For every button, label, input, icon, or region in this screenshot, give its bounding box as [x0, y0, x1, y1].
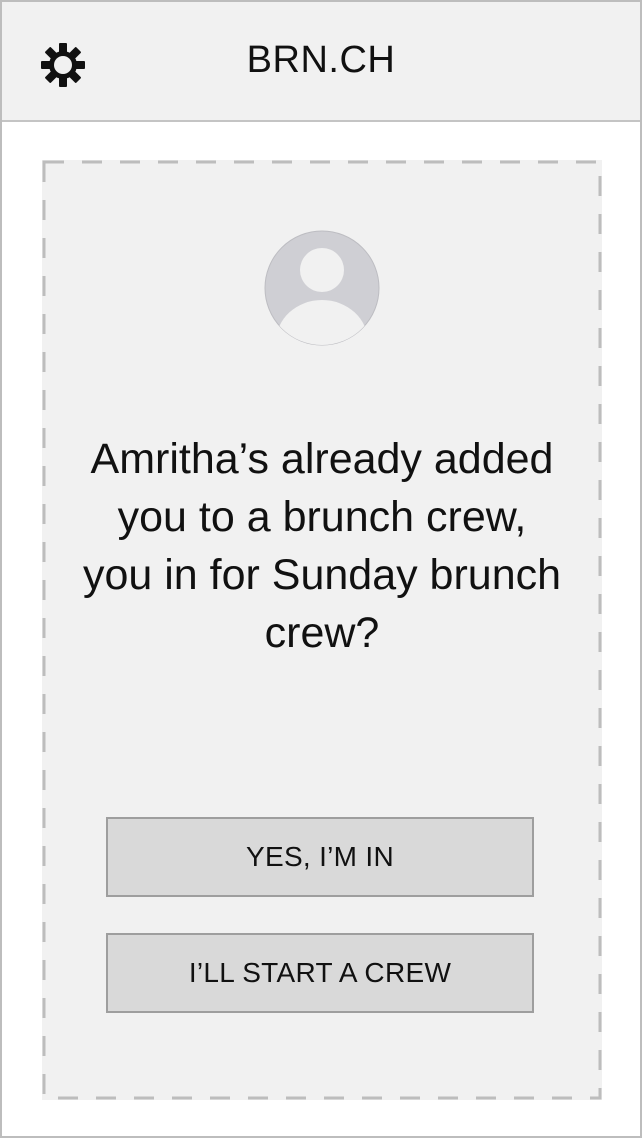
app-frame: BRN.CH Amritha’s already added you to a …	[0, 0, 642, 1138]
start-crew-button[interactable]: I’LL START A CREW	[106, 933, 534, 1013]
user-avatar-placeholder-icon	[264, 230, 380, 346]
invite-message: Amritha’s already added you to a brunch …	[82, 435, 562, 657]
yes-im-in-button[interactable]: YES, I’M IN	[106, 817, 534, 897]
app-title: BRN.CH	[246, 39, 396, 81]
invite-card: Amritha’s already added you to a brunch …	[42, 160, 602, 1100]
top-bar: BRN.CH	[2, 2, 640, 122]
